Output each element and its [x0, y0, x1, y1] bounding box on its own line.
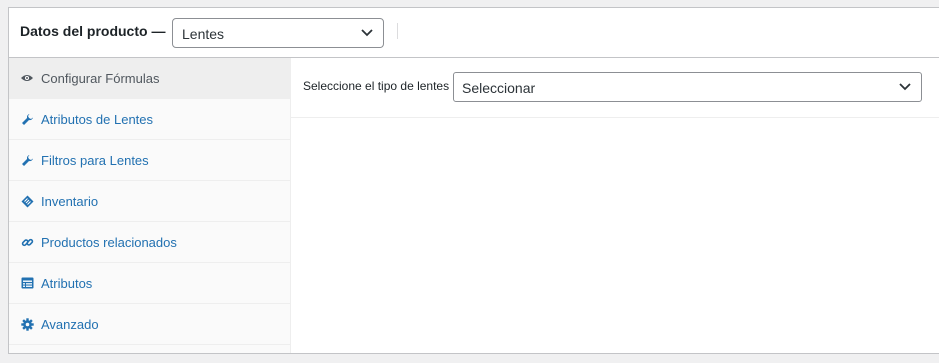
tab-inventario[interactable]: Inventario [9, 181, 290, 222]
lens-options-group: Seleccione el tipo de lentes Seleccionar [290, 58, 939, 118]
panel-title: Datos del producto — [20, 23, 166, 39]
product-data-panel: Datos del producto — Lentes Configurar F… [8, 7, 939, 354]
tab-filtros-para-lentes[interactable]: Filtros para Lentes [9, 140, 290, 181]
tab-label: Configurar Fórmulas [41, 71, 160, 86]
link-icon [20, 235, 34, 249]
chevron-down-icon [361, 29, 373, 37]
tab-label: Filtros para Lentes [41, 153, 149, 168]
table-icon [20, 276, 34, 290]
tab-label: Atributos de Lentes [41, 112, 154, 127]
tab-label: Atributos [41, 276, 93, 291]
tab-atributos[interactable]: Atributos [9, 263, 290, 304]
chevron-down-icon [899, 83, 911, 91]
header-divider [397, 23, 398, 39]
eye-icon [20, 71, 34, 85]
gear-icon [20, 317, 34, 331]
wrench-icon [20, 112, 34, 126]
tag-icon [20, 194, 34, 208]
tab-label: Productos relacionados [41, 235, 177, 250]
tab-productos-relacionados[interactable]: Productos relacionados [9, 222, 290, 263]
tab-atributos-de-lentes[interactable]: Atributos de Lentes [9, 99, 290, 140]
lens-type-value: Seleccionar [462, 80, 536, 96]
tab-label: Avanzado [41, 317, 99, 332]
tab-avanzado[interactable]: Avanzado [9, 304, 290, 345]
panel-header: Datos del producto — Lentes [9, 8, 939, 58]
lens-type-select[interactable]: Seleccionar [453, 72, 922, 102]
product-data-tabs: Configurar Fórmulas Atributos de Lentes … [9, 58, 291, 353]
product-type-select[interactable]: Lentes [172, 18, 384, 48]
product-type-value: Lentes [182, 26, 225, 42]
wrench-icon [20, 153, 34, 167]
tab-configurar-formulas[interactable]: Configurar Fórmulas [9, 58, 290, 99]
tab-label: Inventario [41, 194, 99, 209]
lens-type-label: Seleccione el tipo de lentes [303, 79, 450, 93]
